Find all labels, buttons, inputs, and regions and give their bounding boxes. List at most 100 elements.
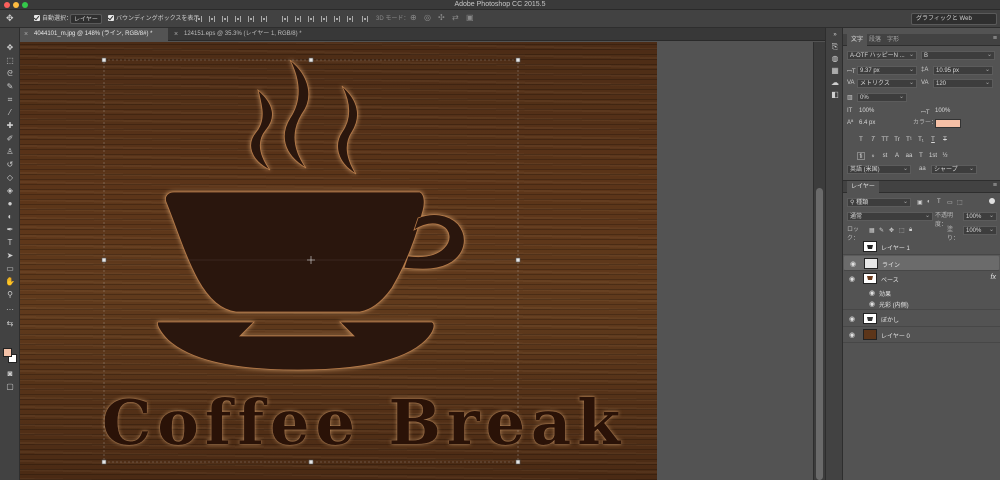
history-brush-tool-icon[interactable]: ↺	[4, 159, 16, 170]
auto-align-icon[interactable]	[362, 16, 368, 22]
lock-image-icon[interactable]: ✎	[879, 227, 884, 234]
lock-transparent-icon[interactable]: ▦	[869, 227, 875, 234]
subscript-button[interactable]: T₁	[917, 136, 925, 144]
font-style-dropdown[interactable]: B	[921, 51, 995, 60]
type-tool-icon[interactable]: T	[4, 237, 16, 248]
close-icon[interactable]: ×	[24, 28, 28, 41]
collapse-panels-icon[interactable]: »	[830, 30, 840, 40]
superscript-button[interactable]: T¹	[905, 136, 913, 144]
swatches-panel-icon[interactable]: ▦	[830, 66, 840, 76]
move-tool-icon[interactable]: ✥	[4, 42, 16, 53]
bounding-box-checkbox[interactable]: バウンディングボックスを表示	[108, 14, 199, 24]
lock-artboard-icon[interactable]: ⬚	[899, 227, 905, 234]
panel-menu-icon[interactable]: ≡	[993, 182, 997, 189]
brush-tool-icon[interactable]: ✐	[4, 133, 16, 144]
filter-toggle-icon[interactable]	[989, 198, 995, 204]
eyedropper-tool-icon[interactable]: ⁄	[4, 107, 16, 118]
effects-row[interactable]: ◉ 効果	[843, 287, 1000, 298]
antialias-dropdown[interactable]: シャープ	[931, 165, 977, 174]
distribute-top-icon[interactable]	[282, 16, 288, 22]
blend-mode-dropdown[interactable]: 通常	[847, 212, 933, 221]
clone-stamp-tool-icon[interactable]: ♙	[4, 146, 16, 157]
layer-effects-icon[interactable]: fx	[991, 274, 996, 281]
paint-bucket-tool-icon[interactable]: ◈	[4, 185, 16, 196]
tab-document-2[interactable]: × 124151.eps @ 35.3% (レイヤー 1, RGB/8) *	[170, 28, 320, 41]
visibility-eye-icon[interactable]: ◉	[849, 315, 855, 323]
tsume-field[interactable]: 0%	[857, 93, 907, 102]
text-color-swatch[interactable]	[935, 119, 961, 128]
eraser-tool-icon[interactable]: ◇	[4, 172, 16, 183]
visibility-eye-icon[interactable]: ◉	[850, 260, 856, 268]
distribute-bottom-icon[interactable]	[308, 16, 314, 22]
tab-glyphs[interactable]: 字形	[883, 34, 903, 46]
quick-select-tool-icon[interactable]: ✎	[4, 81, 16, 92]
visibility-eye-icon[interactable]: ◉	[869, 289, 875, 297]
contextual-alternates-button[interactable]: ℴ	[869, 152, 877, 160]
strikethrough-button[interactable]: T	[941, 136, 949, 144]
layer-row[interactable]: ◉ ぼかし	[843, 311, 1000, 327]
underline-button[interactable]: T	[929, 136, 937, 144]
fractions-button[interactable]: ½	[941, 152, 949, 160]
zoom-tool-icon[interactable]: ⚲	[4, 289, 16, 300]
visibility-eye-icon[interactable]: ◉	[849, 275, 855, 283]
hand-tool-icon[interactable]: ✋	[4, 276, 16, 287]
small-caps-button[interactable]: Tr	[893, 136, 901, 144]
leading-field[interactable]: 10.95 px	[933, 66, 993, 75]
foreground-color-swatch[interactable]	[3, 348, 12, 357]
align-left-icon[interactable]	[235, 16, 241, 22]
effect-item-row[interactable]: ◉ 光彩 (内側)	[843, 298, 1000, 310]
baseline-shift-field[interactable]: 6.4 px	[859, 119, 909, 128]
scrollbar-thumb[interactable]	[816, 188, 823, 480]
distribute-right-icon[interactable]	[347, 16, 353, 22]
layer-row[interactable]: ◉ ベース fx	[843, 271, 1000, 287]
color-panel-icon[interactable]: ◍	[830, 54, 840, 64]
3d-scale-icon[interactable]: ▣	[466, 13, 474, 23]
kerning-field[interactable]: メトリクス	[857, 79, 917, 88]
swash-button[interactable]: A	[893, 152, 901, 160]
tab-layers[interactable]: レイヤー	[847, 181, 879, 193]
swap-colors-icon[interactable]: ⇆	[4, 318, 16, 329]
opacity-field[interactable]: 100%	[963, 212, 997, 221]
vertical-scale-field[interactable]: 100%	[859, 107, 909, 116]
distribute-left-icon[interactable]	[321, 16, 327, 22]
distribute-vcenter-icon[interactable]	[295, 16, 301, 22]
history-panel-icon[interactable]: ⎘	[830, 42, 840, 52]
crop-tool-icon[interactable]: ⌗	[4, 94, 16, 105]
fill-field[interactable]: 100%	[963, 226, 997, 235]
dodge-tool-icon[interactable]: ◐	[4, 211, 16, 222]
font-family-dropdown[interactable]: A-OTF ハッピーN ...	[847, 51, 917, 60]
faux-italic-button[interactable]: T	[869, 136, 877, 144]
filter-shape-icon[interactable]: ▭	[947, 199, 953, 206]
filter-type-icon[interactable]: T	[937, 199, 941, 205]
font-size-field[interactable]: 9.37 px	[857, 66, 917, 75]
lock-all-icon[interactable]: 🔒︎	[909, 227, 912, 234]
lasso-tool-icon[interactable]: ᘓ	[4, 68, 16, 79]
panel-menu-icon[interactable]: ≡	[993, 35, 997, 42]
move-tool-icon[interactable]: ✥	[6, 13, 14, 23]
language-dropdown[interactable]: 英語 (米国)	[847, 165, 911, 174]
discretionary-ligatures-button[interactable]: st	[881, 152, 889, 160]
faux-bold-button[interactable]: T	[857, 136, 865, 144]
horizontal-scale-field[interactable]: 100%	[935, 107, 985, 116]
tracking-field[interactable]: 120	[933, 79, 993, 88]
3d-roll-icon[interactable]: ◎	[424, 13, 431, 23]
auto-select-target-dropdown[interactable]: レイヤー	[70, 14, 102, 24]
filter-pixel-icon[interactable]: ▣	[917, 199, 923, 206]
close-icon[interactable]: ×	[174, 28, 178, 41]
all-caps-button[interactable]: TT	[881, 136, 889, 144]
visibility-eye-icon[interactable]: ◉	[849, 331, 855, 339]
lock-position-icon[interactable]: ✥	[889, 227, 894, 234]
ordinals-button[interactable]: 1st	[929, 152, 937, 160]
tab-document-1[interactable]: × 4044101_m.jpg @ 148% (ライン, RGB/8#) *	[20, 28, 168, 41]
healing-brush-tool-icon[interactable]: ✚	[4, 120, 16, 131]
shape-tool-icon[interactable]: ▭	[4, 263, 16, 274]
align-right-icon[interactable]	[261, 16, 267, 22]
align-bottom-icon[interactable]	[222, 16, 228, 22]
layer-row[interactable]: レイヤー 1	[843, 239, 1000, 255]
3d-pan-icon[interactable]: ✣	[438, 13, 445, 23]
align-top-icon[interactable]	[196, 16, 202, 22]
titling-alternates-button[interactable]: T	[917, 152, 925, 160]
workspace-dropdown[interactable]: グラフィックと Web	[911, 13, 997, 25]
blur-tool-icon[interactable]: ●	[4, 198, 16, 209]
path-select-tool-icon[interactable]: ➤	[4, 250, 16, 261]
